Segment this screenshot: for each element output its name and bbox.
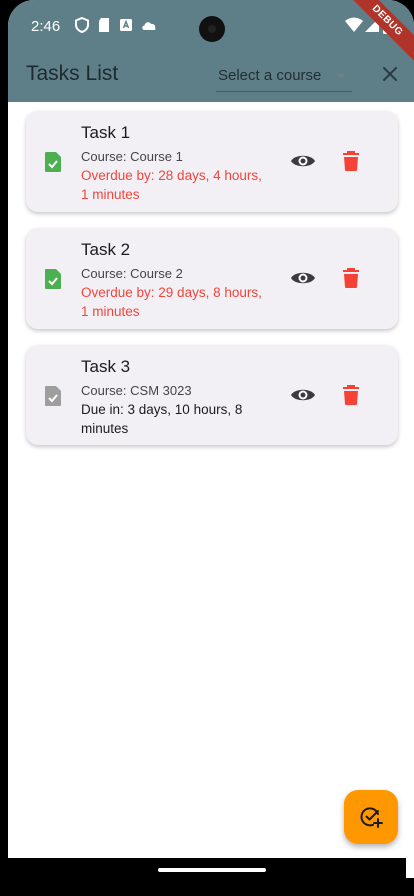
- task-done-icon: [45, 152, 61, 172]
- delete-task-icon[interactable]: [342, 384, 360, 406]
- course-select-dropdown[interactable]: Select a course: [216, 64, 352, 92]
- delete-task-icon[interactable]: [342, 150, 360, 172]
- add-task-button[interactable]: [344, 790, 398, 844]
- task-course: Course: Course 2: [81, 266, 183, 281]
- add-task-icon: [360, 807, 383, 828]
- sd-card-icon: [99, 18, 109, 32]
- task-due-status: Overdue by: 29 days, 8 hours, 1 minutes: [81, 285, 262, 319]
- task-course: Course: CSM 3023: [81, 383, 192, 398]
- task-done-icon: [45, 269, 61, 289]
- task-title: Task 1: [81, 123, 131, 142]
- a-badge-icon: [120, 19, 132, 31]
- task-course: Course: Course 1: [81, 149, 183, 164]
- task-due-status: Overdue by: 28 days, 4 hours, 1 minutes: [81, 168, 262, 202]
- course-select-value: Select a course: [218, 67, 322, 84]
- shield-icon: [75, 17, 89, 33]
- view-task-icon[interactable]: [290, 269, 316, 287]
- device-frame: 2:46 DEBUG Tasks List Select a course Ta…: [0, 0, 414, 896]
- home-gesture-handle[interactable]: [158, 868, 266, 872]
- close-icon[interactable]: [378, 62, 402, 86]
- task-due-status: Due in: 3 days, 10 hours, 8 minutes: [81, 402, 243, 436]
- task-title: Task 2: [81, 240, 131, 259]
- page-title: Tasks List: [26, 62, 119, 85]
- view-task-icon[interactable]: [290, 152, 316, 170]
- wifi-icon: [345, 17, 363, 32]
- delete-task-icon[interactable]: [342, 267, 360, 289]
- app-bar: 2:46 DEBUG Tasks List Select a course: [8, 0, 414, 102]
- task-title: Task 3: [81, 357, 131, 376]
- task-card[interactable]: Task 1 Course: Course 1 Overdue by: 28 d…: [26, 111, 398, 212]
- task-card[interactable]: Task 3 Course: CSM 3023 Due in: 3 days, …: [26, 345, 398, 445]
- dropdown-arrow-icon: [336, 74, 346, 79]
- app-screen: 2:46 DEBUG Tasks List Select a course Ta…: [8, 0, 414, 878]
- status-time: 2:46: [31, 18, 61, 35]
- task-card[interactable]: Task 2 Course: Course 2 Overdue by: 29 d…: [26, 228, 398, 329]
- task-pending-icon: [45, 386, 61, 406]
- view-task-icon[interactable]: [290, 386, 316, 404]
- cloud-icon: [142, 22, 156, 30]
- front-camera: [199, 16, 225, 42]
